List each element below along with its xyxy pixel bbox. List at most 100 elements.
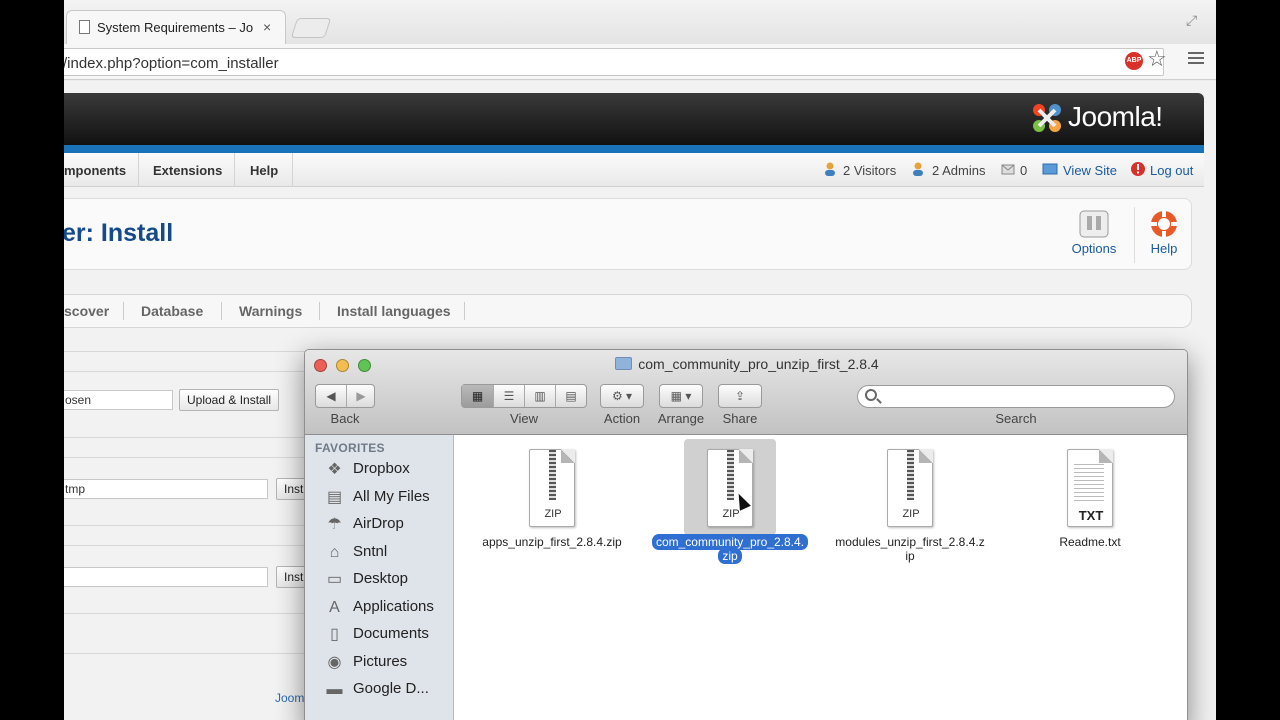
package-file-input[interactable]: osen [64,390,173,410]
back-forward-control: ◀ ▶ [315,384,375,408]
file-type-tag: ZIP [722,508,740,520]
coverflow-view-icon[interactable]: ▤ [555,385,586,407]
file-name-line: modules_unzip_first_2.8.4.z [835,535,985,549]
install-directory-input[interactable]: tmp [64,479,268,499]
finder-title-text: com_community_pro_unzip_first_2.8.4 [638,356,879,372]
finder-file-area: ZIP apps_unzip_first_2.8.4.zip ZIP com_comm… [455,435,1187,720]
logout-link[interactable]: Log out [1150,163,1193,178]
back-label: Back [330,411,360,426]
applications-icon: A [329,598,340,616]
form-divider [64,457,314,458]
finder-window: com_community_pro_unzip_first_2.8.4 ◀ ▶ … [304,349,1188,720]
address-bar[interactable]: /index.php?option=com_installer [64,48,1164,76]
sidebar-item-label: Documents [353,625,429,642]
header-stripe [64,145,1204,153]
sidebar-item[interactable]: ▭ Desktop [325,569,450,593]
joomla-header: Joomla! [64,93,1204,145]
file-name: Readme.txt [1005,535,1175,549]
arrange-button[interactable]: ▦ ▾ [659,384,703,408]
form-divider [64,545,314,546]
menu-extensions[interactable]: Extensions [153,163,222,178]
messages-count: 0 [1020,163,1028,178]
menu-help[interactable]: Help [250,163,278,178]
tab-close-icon[interactable]: × [263,19,271,35]
upload-install-button[interactable]: Upload & Install [179,389,280,411]
bookmark-star-icon[interactable]: ☆ [1147,46,1167,72]
tab-divider [123,302,124,320]
admins-icon [912,161,928,177]
browser-toolbar: /index.php?option=com_installer ABP ☆ [64,44,1216,80]
forward-arrow-icon[interactable]: ▶ [346,385,375,407]
sidebar-item[interactable]: A Applications [325,597,450,621]
sidebar-item[interactable]: ▯ Documents [325,624,450,648]
sidebar-item-label: Pictures [353,652,408,670]
tab-title: System Requirements – Jo [97,20,254,35]
visitors-count: 2 Visitors [843,163,897,178]
dropbox-icon: ❖ [327,461,342,478]
search-icon [865,389,877,401]
sidebar-item[interactable]: ▤ All My Files [325,487,450,511]
finder-sidebar: FAVORITES ❖ Dropbox ▤ All My Files ☂ AirDrop ⌂… [305,435,454,720]
lifebuoy-icon [1151,211,1177,237]
arrange-label: Arrange [657,411,705,426]
installer-subtabs: scover Database Warnings Install languag… [64,294,1192,328]
folder-icon: ▬ [326,681,343,698]
text-file-icon: TXT [1067,449,1113,527]
file-name: com_community_pro_2.8.4. zip [645,534,815,564]
options-icon [1079,210,1109,238]
footer-link[interactable]: Joom [275,691,304,705]
document-icon [79,20,90,34]
sidebar-item[interactable]: ▬ Google D... [325,679,450,703]
zip-file-icon: ZIP [887,449,933,527]
arrange-icon: ▦ ▾ [670,389,692,403]
sidebar-item[interactable]: ⌂ Sntnl [325,542,450,566]
tab-divider [464,302,465,320]
action-button[interactable]: ⚙ ▾ [600,384,644,408]
file-name: modules_unzip_first_2.8.4.z ip [825,535,995,563]
install-url-input[interactable] [64,567,268,587]
install-form: osen Upload & Install tmp Inst Inst [64,349,314,669]
view-site-icon [1042,161,1058,177]
form-divider [64,371,314,372]
folder-icon [615,357,633,370]
sidebar-item[interactable]: ◉ Pictures [325,652,450,676]
tab-install-languages[interactable]: Install languages [337,303,451,319]
pictures-icon: ◉ [327,653,342,671]
window-resize-icon[interactable]: ⤢ [1186,12,1197,29]
admin-menubar: mponents Extensions Help 2 Visitors 2 Ad… [64,153,1204,187]
view-site-link[interactable]: View Site [1063,163,1117,178]
file-name-line: apps_unzip_first_2.8.4.zip [482,535,622,549]
share-icon: ⇪ [734,389,746,403]
browser-tab[interactable]: System Requirements – Jo × [66,10,286,44]
back-arrow-icon[interactable]: ◀ [316,385,346,407]
admins-count: 2 Admins [932,163,986,178]
help-button[interactable]: Help [1134,209,1194,264]
list-view-icon[interactable]: ☰ [493,385,524,407]
action-label: Action [603,411,641,426]
tab-warnings[interactable]: Warnings [239,303,302,319]
finder-toolbar: com_community_pro_unzip_first_2.8.4 ◀ ▶ … [305,350,1187,435]
menu-divider [292,153,293,187]
tab-database[interactable]: Database [141,303,203,319]
finder-search-input[interactable] [857,385,1175,408]
sidebar-item-label: AirDrop [353,515,404,532]
options-button[interactable]: Options [1064,209,1124,264]
file-name-line: Readme.txt [1059,535,1121,549]
share-button[interactable]: ⇪ [718,384,762,408]
search-label: Search [995,411,1037,426]
form-divider [64,437,314,438]
documents-icon: ▯ [330,626,339,643]
icon-view-icon[interactable]: ▦ [462,385,493,407]
adblock-icon[interactable]: ABP [1125,52,1143,70]
sidebar-item[interactable]: ❖ Dropbox [325,459,450,483]
new-tab-button[interactable] [290,18,332,38]
sidebar-heading: FAVORITES [315,441,385,455]
sidebar-item-label: Sntnl [353,542,388,560]
sidebar-item[interactable]: ☂ AirDrop [325,514,450,538]
form-divider [64,653,314,654]
column-view-icon[interactable]: ▥ [524,385,555,407]
browser-menu-icon[interactable] [1188,52,1204,67]
tab-discover[interactable]: scover [64,303,109,319]
menu-components[interactable]: mponents [64,163,126,178]
share-label: Share [722,411,758,426]
